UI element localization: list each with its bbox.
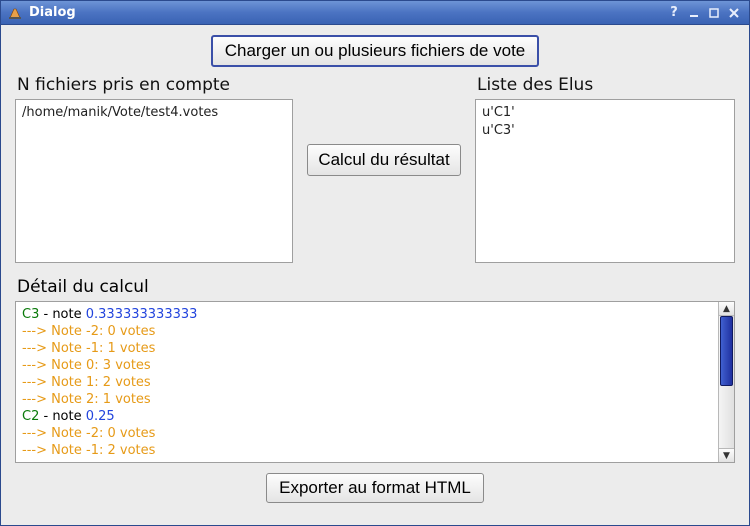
detail-scrollbar[interactable]: ▲ ▼ <box>718 302 734 462</box>
load-files-button[interactable]: Charger un ou plusieurs fichiers de vote <box>211 35 540 67</box>
elected-label: Liste des Elus <box>477 75 735 95</box>
scroll-down-arrow[interactable]: ▼ <box>719 448 734 462</box>
client-area: Charger un ou plusieurs fichiers de vote… <box>1 25 749 525</box>
files-listbox[interactable]: /home/manik/Vote/test4.votes <box>15 99 293 263</box>
detail-line: ---> Note 1: 2 votes <box>22 374 712 391</box>
elected-listbox[interactable]: u'C1'u'C3' <box>475 99 735 263</box>
minimize-button[interactable] <box>685 4 703 22</box>
help-button[interactable]: ? <box>665 4 683 22</box>
detail-line: C3 - note 0.333333333333 <box>22 306 712 323</box>
scroll-up-arrow[interactable]: ▲ <box>719 302 734 316</box>
list-item[interactable]: u'C3' <box>482 122 728 140</box>
detail-textarea[interactable]: C3 - note 0.333333333333---> Note -2: 0 … <box>16 302 718 462</box>
window: Dialog ? Charger un ou plusieurs fichier… <box>0 0 750 526</box>
calc-result-button[interactable]: Calcul du résultat <box>307 144 460 176</box>
detail-line: ---> Note -1: 2 votes <box>22 442 712 459</box>
detail-line: C2 - note 0.25 <box>22 408 712 425</box>
detail-line: ---> Note -2: 0 votes <box>22 323 712 340</box>
files-label: N fichiers pris en compte <box>17 75 293 95</box>
detail-line: ---> Note 2: 1 votes <box>22 391 712 408</box>
titlebar: Dialog ? <box>1 1 749 25</box>
app-icon <box>7 5 23 21</box>
maximize-button[interactable] <box>705 4 723 22</box>
detail-line: ---> Note 0: 3 votes <box>22 357 712 374</box>
list-item[interactable]: u'C1' <box>482 104 728 122</box>
detail-panel: C3 - note 0.333333333333---> Note -2: 0 … <box>15 301 735 463</box>
window-title: Dialog <box>29 5 76 20</box>
detail-label: Détail du calcul <box>17 277 735 297</box>
scroll-thumb[interactable] <box>720 316 733 386</box>
list-item[interactable]: /home/manik/Vote/test4.votes <box>22 104 286 122</box>
detail-line: ---> Note -1: 1 votes <box>22 340 712 357</box>
detail-line: ---> Note -2: 0 votes <box>22 425 712 442</box>
export-html-button[interactable]: Exporter au format HTML <box>266 473 484 503</box>
close-button[interactable] <box>725 4 743 22</box>
